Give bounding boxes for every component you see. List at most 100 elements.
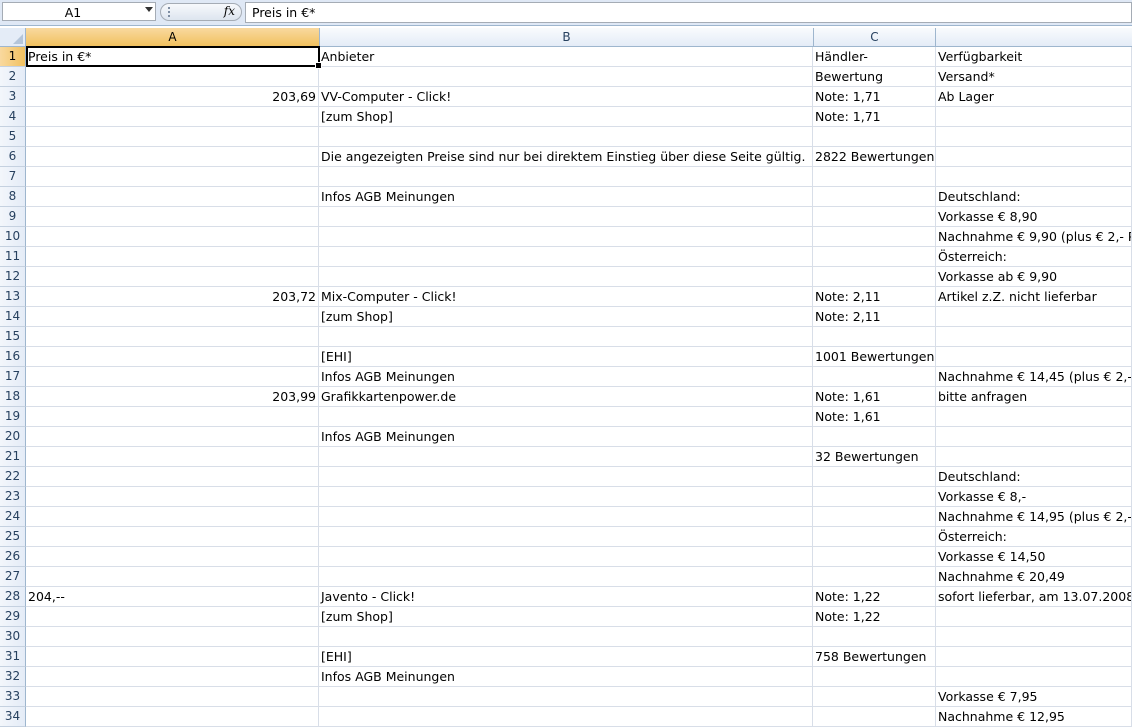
cell-c[interactable]: 1001 Bewertungen xyxy=(813,347,936,366)
cell-a[interactable] xyxy=(26,207,319,226)
cell-d[interactable] xyxy=(936,107,1132,126)
cell-a[interactable] xyxy=(26,307,319,326)
cell-b[interactable] xyxy=(319,207,813,226)
column-header-a[interactable]: A xyxy=(26,28,320,47)
cell-b[interactable] xyxy=(319,247,813,266)
cell-d[interactable]: Vorkasse ab € 9,90 xyxy=(936,267,1132,286)
cell-a[interactable] xyxy=(26,447,319,466)
cell-d[interactable]: Österreich: xyxy=(936,527,1132,546)
cell-d[interactable]: Nachnahme € 20,49 xyxy=(936,567,1132,586)
cell-b[interactable] xyxy=(319,407,813,426)
row-header[interactable]: 2 xyxy=(0,67,26,87)
cell-c[interactable] xyxy=(813,327,936,346)
row-header[interactable]: 13 xyxy=(0,287,26,307)
row-header[interactable]: 27 xyxy=(0,567,26,587)
cell-a[interactable] xyxy=(26,327,319,346)
cell-c[interactable]: Note: 1,22 xyxy=(813,607,936,626)
row-header[interactable]: 29 xyxy=(0,607,26,627)
row-header[interactable]: 20 xyxy=(0,427,26,447)
row-header[interactable]: 23 xyxy=(0,487,26,507)
cell-c[interactable]: Note: 1,22 xyxy=(813,587,936,606)
cell-c[interactable] xyxy=(813,127,936,146)
row-header[interactable]: 7 xyxy=(0,167,26,187)
cell-d[interactable] xyxy=(936,167,1132,186)
cell-a[interactable] xyxy=(26,407,319,426)
cell-a[interactable] xyxy=(26,267,319,286)
cell-c[interactable] xyxy=(813,187,936,206)
column-header-c[interactable]: C xyxy=(814,28,936,47)
cell-b[interactable]: [zum Shop] xyxy=(319,307,813,326)
cell-a[interactable] xyxy=(26,607,319,626)
cell-d[interactable]: Vorkasse € 8,- xyxy=(936,487,1132,506)
cell-a[interactable] xyxy=(26,167,319,186)
cell-c[interactable]: Note: 2,11 xyxy=(813,287,936,306)
cell-c[interactable]: Note: 2,11 xyxy=(813,307,936,326)
cell-d[interactable] xyxy=(936,307,1132,326)
cell-d[interactable]: Vorkasse € 8,90 xyxy=(936,207,1132,226)
cell-d[interactable] xyxy=(936,627,1132,646)
row-header[interactable]: 12 xyxy=(0,267,26,287)
cell-a[interactable] xyxy=(26,107,319,126)
cell-b[interactable]: Grafikkartenpower.de xyxy=(319,387,813,406)
cell-b[interactable] xyxy=(319,127,813,146)
cell-a[interactable]: 203,69 xyxy=(26,87,319,106)
cell-b[interactable]: [zum Shop] xyxy=(319,607,813,626)
cell-a[interactable] xyxy=(26,527,319,546)
row-header[interactable]: 9 xyxy=(0,207,26,227)
cell-a[interactable] xyxy=(26,227,319,246)
cell-b[interactable]: [EHI] xyxy=(319,347,813,366)
chevron-down-icon[interactable] xyxy=(145,7,153,12)
row-header[interactable]: 30 xyxy=(0,627,26,647)
cell-c[interactable] xyxy=(813,467,936,486)
cell-d[interactable]: Ab Lager xyxy=(936,87,1132,106)
cell-d[interactable]: Deutschland: xyxy=(936,187,1132,206)
cell-a[interactable]: 204,-- xyxy=(26,587,319,606)
cell-c[interactable] xyxy=(813,267,936,286)
cell-b[interactable] xyxy=(319,687,813,706)
cell-b[interactable] xyxy=(319,567,813,586)
cell-b[interactable]: [EHI] xyxy=(319,647,813,666)
row-header[interactable]: 1 xyxy=(0,47,26,67)
row-header[interactable]: 4 xyxy=(0,107,26,127)
cell-b[interactable] xyxy=(319,547,813,566)
cell-d[interactable]: sofort lieferbar, am 13.07.2008, xyxy=(936,587,1132,606)
cell-c[interactable] xyxy=(813,527,936,546)
cell-c[interactable] xyxy=(813,667,936,686)
cell-b[interactable]: Die angezeigten Preise sind nur bei dire… xyxy=(319,147,813,166)
cell-d[interactable]: Vorkasse € 7,95 xyxy=(936,687,1132,706)
cell-d[interactable]: Deutschland: xyxy=(936,467,1132,486)
cell-c[interactable] xyxy=(813,227,936,246)
row-header[interactable]: 31 xyxy=(0,647,26,667)
row-header[interactable]: 33 xyxy=(0,687,26,707)
cell-b[interactable]: Anbieter xyxy=(319,47,813,66)
cell-c[interactable] xyxy=(813,207,936,226)
cell-d[interactable]: Österreich: xyxy=(936,247,1132,266)
cell-a[interactable]: 203,72 xyxy=(26,287,319,306)
cell-c[interactable] xyxy=(813,627,936,646)
row-header[interactable]: 21 xyxy=(0,447,26,467)
cell-d[interactable] xyxy=(936,127,1132,146)
cell-c[interactable]: 758 Bewertungen xyxy=(813,647,936,666)
cell-b[interactable] xyxy=(319,227,813,246)
cell-a[interactable] xyxy=(26,507,319,526)
row-header[interactable]: 22 xyxy=(0,467,26,487)
row-header[interactable]: 18 xyxy=(0,387,26,407)
cell-b[interactable] xyxy=(319,507,813,526)
row-header[interactable]: 6 xyxy=(0,147,26,167)
cell-c[interactable]: 32 Bewertungen xyxy=(813,447,936,466)
row-header[interactable]: 17 xyxy=(0,367,26,387)
cell-a[interactable] xyxy=(26,647,319,666)
row-header[interactable]: 10 xyxy=(0,227,26,247)
cell-d[interactable]: bitte anfragen xyxy=(936,387,1132,406)
cell-d[interactable] xyxy=(936,147,1132,166)
cell-d[interactable]: Versand* xyxy=(936,67,1132,86)
cell-d[interactable] xyxy=(936,447,1132,466)
cell-a[interactable] xyxy=(26,67,319,86)
cell-c[interactable] xyxy=(813,547,936,566)
cell-b[interactable] xyxy=(319,527,813,546)
cell-d[interactable]: Artikel z.Z. nicht lieferbar xyxy=(936,287,1132,306)
cell-a[interactable] xyxy=(26,627,319,646)
row-header[interactable]: 34 xyxy=(0,707,26,727)
cell-d[interactable]: Nachnahme € 14,45 (plus € 2,- P xyxy=(936,367,1132,386)
cell-d[interactable] xyxy=(936,427,1132,446)
